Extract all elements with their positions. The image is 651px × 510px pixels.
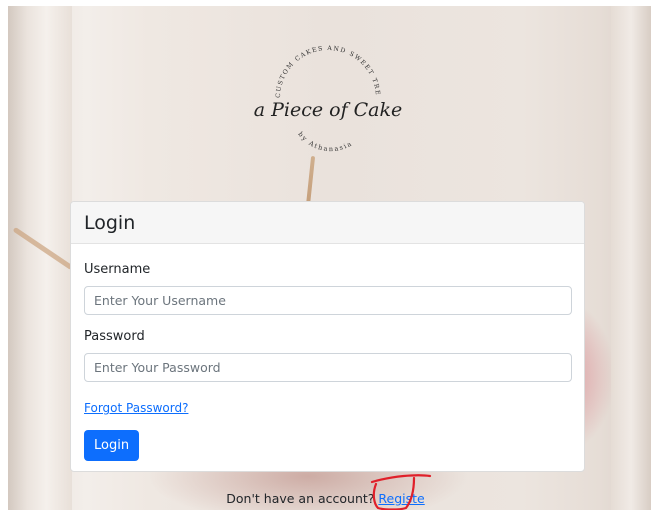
login-button[interactable]: Login	[84, 430, 140, 461]
login-title: Login	[84, 212, 136, 234]
login-form: Username Password Forgot Password? Login	[71, 244, 584, 461]
username-input[interactable]	[84, 286, 572, 315]
logo-name: a Piece of Cake	[254, 99, 403, 121]
login-card-header: Login	[71, 202, 584, 244]
password-input[interactable]	[84, 353, 572, 382]
brand-logo: CUSTOM CAKES AND SWEET TREATS a Piece of…	[248, 30, 408, 160]
svg-text:CUSTOM CAKES AND SWEET TREATS: CUSTOM CAKES AND SWEET TREATS	[248, 30, 381, 98]
username-label: Username	[84, 262, 151, 277]
logo-arc-text: CUSTOM CAKES AND SWEET TREATS	[248, 30, 380, 98]
logo-byline: by Athanasia	[296, 130, 352, 153]
forgot-password-link[interactable]: Forgot Password?	[84, 401, 188, 415]
login-card: Login Username Password Forgot Password?…	[70, 201, 585, 472]
password-label: Password	[84, 329, 145, 344]
register-link[interactable]: Registe	[378, 491, 424, 506]
register-prompt: Don't have an account? Registe	[0, 491, 651, 506]
register-prompt-text: Don't have an account?	[226, 491, 375, 506]
svg-text:by Athanasia: by Athanasia	[296, 130, 354, 153]
background-pillar-right	[611, 6, 651, 510]
logo-graphic: CUSTOM CAKES AND SWEET TREATS a Piece of…	[248, 30, 403, 153]
